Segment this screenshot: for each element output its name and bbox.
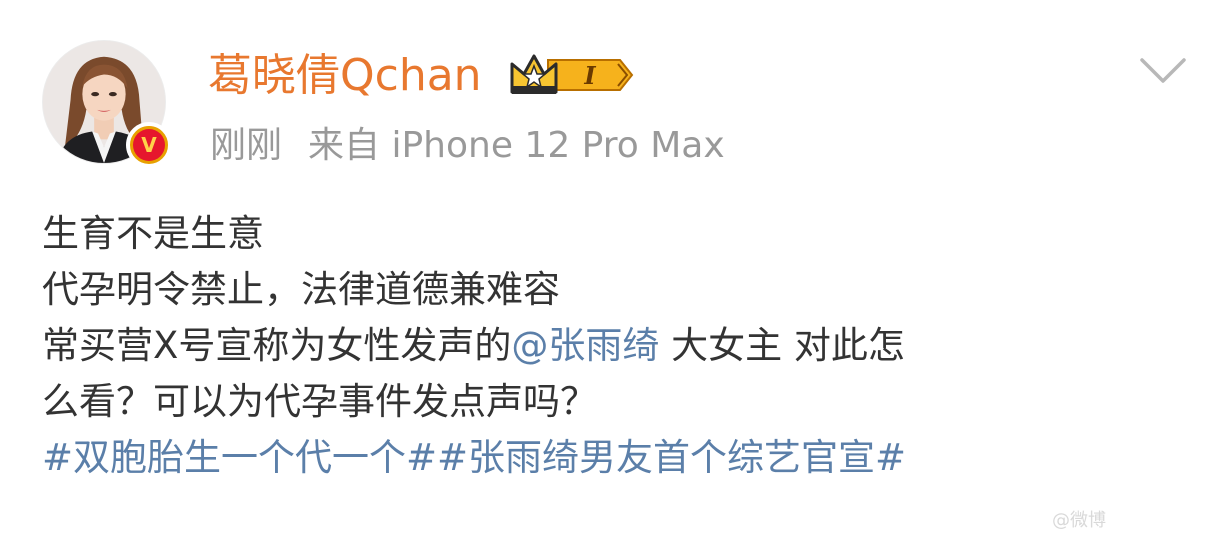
- post-source: 来自 iPhone 12 Pro Max: [308, 125, 725, 166]
- weibo-post: V 葛晓倩Qchan I 刚刚 来自 iPhone 12 Pro Max 生育不是…: [0, 0, 1220, 546]
- verified-badge: V: [126, 122, 172, 168]
- crown-icon: I: [510, 54, 634, 94]
- post-text: 大女主 对此怎: [659, 324, 905, 367]
- post-body: 生育不是生意 代孕明令禁止，法律道德兼难容 常买营X号宣称为女性发声的@张雨绮 …: [42, 206, 1192, 486]
- chevron-down-icon[interactable]: [1138, 56, 1188, 86]
- post-line: 生育不是生意: [42, 212, 264, 255]
- verified-icon: V: [133, 129, 165, 161]
- watermark: @微博: [1052, 510, 1106, 531]
- post-text: 常买营X号宣称为女性发声的: [42, 324, 512, 367]
- post-line: 么看？可以为代孕事件发点声吗？: [42, 380, 597, 423]
- post-line: 代孕明令禁止，法律道德兼难容: [42, 268, 560, 311]
- vip-level-label: I: [583, 61, 596, 90]
- hashtag-link[interactable]: #张雨绮男友首个综艺官宣#: [437, 436, 906, 479]
- post-line: 常买营X号宣称为女性发声的@张雨绮 大女主 对此怎: [42, 318, 1192, 374]
- author-name[interactable]: 葛晓倩Qchan: [208, 50, 482, 102]
- post-time: 刚刚: [210, 125, 283, 166]
- post-meta: 刚刚 来自 iPhone 12 Pro Max: [210, 124, 725, 168]
- hashtag-link[interactable]: #双胞胎生一个代一个#: [42, 436, 437, 479]
- vip-crown-badge[interactable]: I: [508, 52, 636, 98]
- mention-link[interactable]: @张雨绮: [511, 324, 659, 367]
- hashtag-line: #双胞胎生一个代一个##张雨绮男友首个综艺官宣#: [42, 430, 1192, 486]
